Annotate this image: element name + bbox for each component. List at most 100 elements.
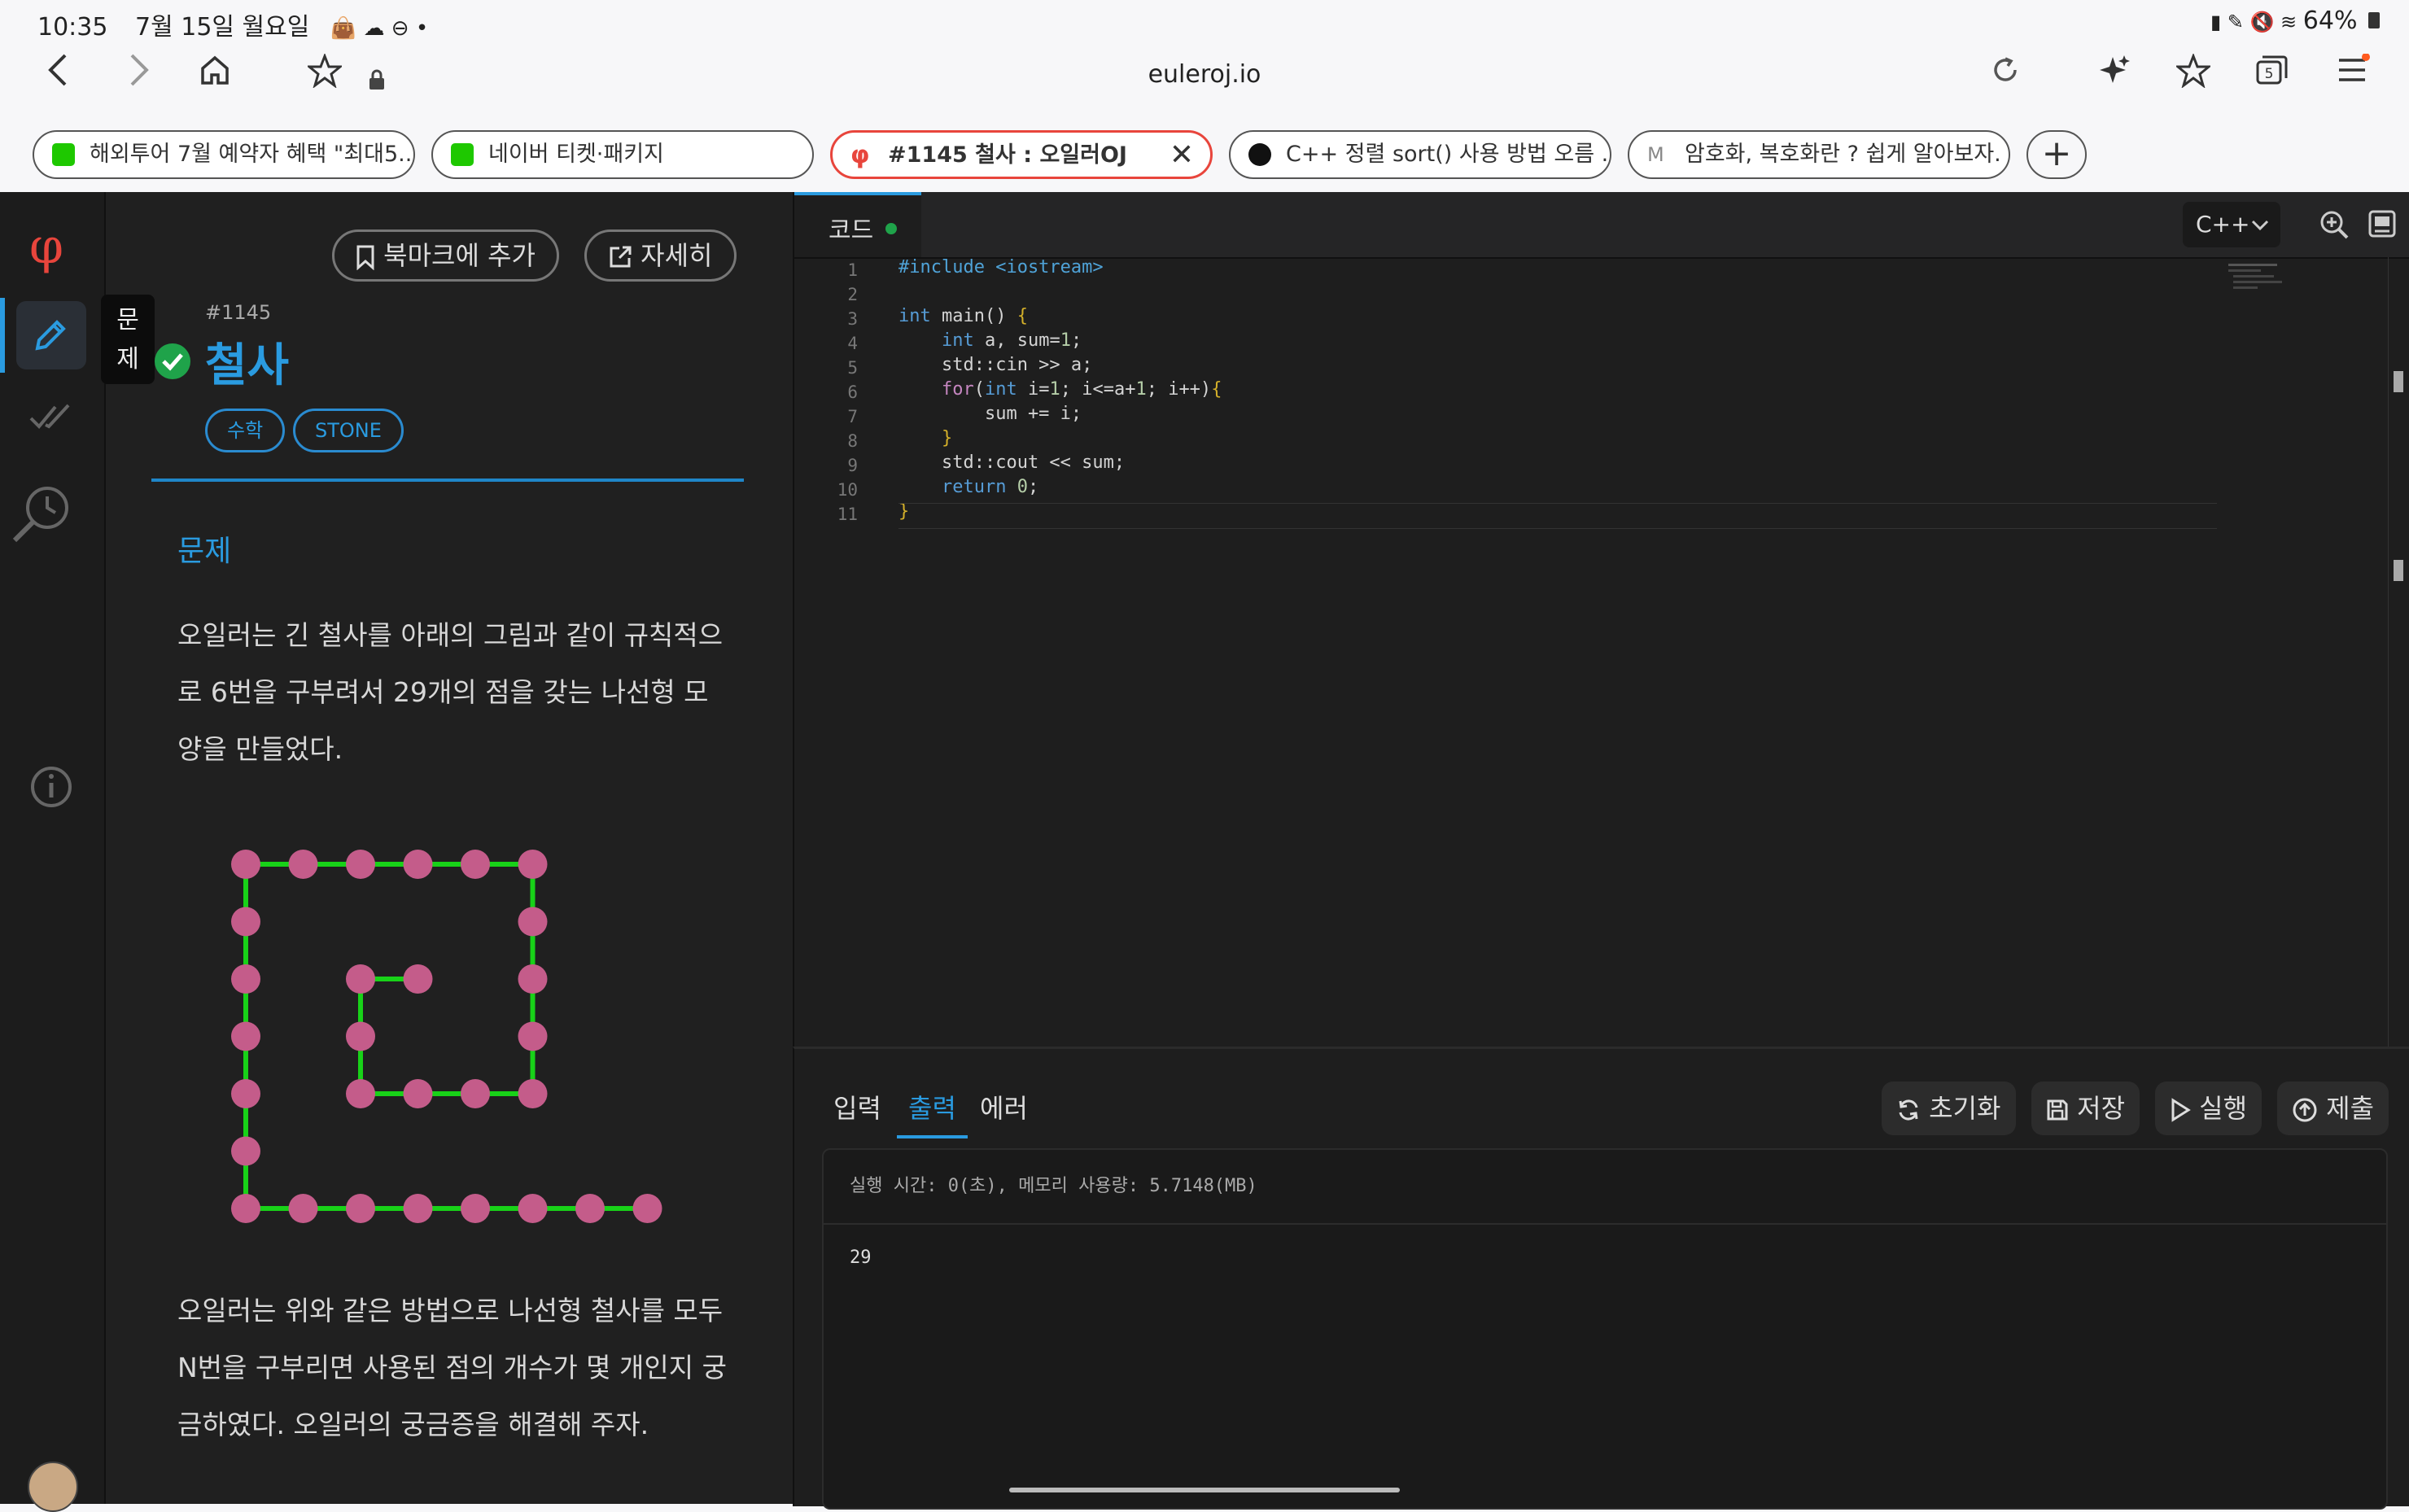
wire-dot (403, 964, 433, 994)
favorites-icon[interactable] (2174, 52, 2213, 97)
line-number: 11 (837, 505, 858, 524)
tabs-icon[interactable]: 5 (2254, 54, 2289, 95)
line-number: 3 (847, 309, 858, 329)
line-number: 5 (847, 358, 858, 378)
wire-dot (403, 1079, 433, 1108)
double-check-icon[interactable] (28, 400, 77, 433)
tag-math[interactable]: 수학 (205, 409, 286, 452)
pencil-icon (35, 320, 66, 351)
wire-dot (518, 964, 548, 994)
wire-dot (231, 1021, 260, 1051)
line-number: 10 (837, 480, 858, 500)
language-select[interactable]: C++ (2183, 202, 2280, 247)
wire-dot (518, 1194, 548, 1223)
bookmark-button[interactable]: 북마크에 추가 (332, 229, 559, 282)
submit-button[interactable]: 제출 (2277, 1082, 2389, 1135)
run-button[interactable]: 실행 (2155, 1082, 2263, 1135)
save-button[interactable]: 저장 (2031, 1082, 2140, 1135)
new-tab-button[interactable]: + (2026, 130, 2087, 179)
info-icon[interactable] (29, 765, 73, 809)
code-area[interactable]: 1 #include <iostream> 2 3 int main() {4 int … (794, 257, 2373, 1047)
code-line: #include <iostream> (898, 257, 1104, 277)
code-line: } (941, 428, 953, 448)
code-line: int main() { (898, 306, 1028, 326)
wire-dot (288, 850, 318, 879)
wire-dot (461, 850, 490, 879)
active-line-highlight (898, 503, 2217, 529)
refresh-icon (1899, 1099, 1918, 1121)
code-line: for(int i=1; i<=a+1; i++){ (941, 379, 1222, 400)
scrollbar[interactable] (2388, 257, 2408, 1047)
line-number: 9 (847, 456, 858, 475)
wire-dot (403, 850, 433, 879)
tab-2[interactable]: 네이버 티켓·패키지 (431, 130, 814, 179)
tab-3-active[interactable]: φ #1145 철사 : 오일러OJ ✕ (830, 130, 1213, 179)
home-indicator (1009, 1488, 1400, 1492)
code-line: return 0; (941, 477, 1039, 497)
menu-icon[interactable] (2336, 53, 2370, 95)
chevron-down-icon (2251, 220, 2269, 231)
tab-1[interactable]: 해외투어 7월 예약자 혜택 "최대5... (33, 130, 415, 179)
line-number: 7 (847, 407, 858, 426)
history-search-icon[interactable] (8, 479, 77, 547)
tab-input[interactable]: 입력 (833, 1088, 881, 1125)
wire-dot (346, 1021, 375, 1051)
wire-dot (231, 1194, 260, 1223)
tab-4[interactable]: C++ 정렬 sort() 사용 방법 오름 ... (1229, 130, 1611, 179)
code-line: std::cout << sum; (898, 452, 1126, 473)
tab-favicon-icon (1248, 143, 1271, 166)
save-icon (2047, 1099, 2068, 1121)
wire-dot (518, 907, 548, 937)
problem-title: 철사 (205, 339, 290, 392)
wire-dot (231, 907, 260, 937)
wire-dot (231, 850, 260, 879)
code-line: sum += i; (898, 404, 1082, 424)
solved-check-icon (155, 343, 190, 379)
play-icon (2171, 1098, 2191, 1122)
upload-icon (2293, 1098, 2317, 1122)
tab-count: 5 (2265, 66, 2274, 82)
system-icons: ▮ ✎ 🔇 ≋ (2210, 11, 2303, 33)
code-editor: 코드 C++ 1 #include <iostream> 2 3 int main() … (793, 192, 2409, 1047)
wire-dot (231, 1079, 260, 1108)
layout-icon[interactable] (2367, 208, 2398, 239)
io-panel: 입력 출력 에러 초기화 저장 실행 제출 실행 시간: 0(초), 메모리 사… (793, 1047, 2409, 1510)
minimap (2222, 257, 2303, 306)
zoom-in-icon[interactable] (2318, 208, 2350, 241)
tab-favicon-icon: M (1647, 143, 1664, 166)
clock: 10:35 (37, 13, 108, 42)
wire-dot (461, 1079, 490, 1108)
wire-dot (231, 964, 260, 994)
problem-tooltip: 문제 (101, 295, 155, 384)
wire-dot (518, 1079, 548, 1108)
logo[interactable]: φ (29, 218, 63, 275)
tag-stone[interactable]: STONE (293, 409, 404, 452)
tab-output[interactable]: 출력 (897, 1088, 968, 1138)
code-line: std::cin >> a; (898, 355, 1093, 375)
bookmark-icon (356, 245, 374, 271)
reset-button[interactable]: 초기화 (1882, 1082, 2016, 1135)
tab-5[interactable]: M 암호화, 복호화란 ? 쉽게 알아보자. (1628, 130, 2010, 179)
url-bar[interactable]: euleroj.io (0, 60, 2409, 89)
wire-dot (461, 1194, 490, 1223)
avatar[interactable] (28, 1462, 78, 1512)
reload-icon[interactable] (1989, 54, 2022, 95)
wire-dot (346, 1194, 375, 1223)
unsaved-dot-icon (885, 223, 897, 234)
wire-line (243, 862, 648, 1211)
problem-nav-button[interactable] (0, 298, 104, 373)
tab-error[interactable]: 에러 (980, 1088, 1028, 1125)
line-number: 6 (847, 382, 858, 402)
problem-number: #1145 (205, 301, 272, 324)
close-tab-icon[interactable]: ✕ (1170, 133, 1194, 177)
wire-dot (575, 1194, 605, 1223)
sparkle-icon[interactable] (2098, 54, 2131, 95)
wire-dot (518, 1021, 548, 1051)
detail-button[interactable]: 자세히 (584, 229, 737, 282)
problem-paragraph-2: 오일러는 위와 같은 방법으로 나선형 철사를 모두 N번을 구부리면 사용된 … (177, 1295, 727, 1440)
line-number: 1 (847, 260, 858, 280)
code-tab[interactable]: 코드 (794, 192, 921, 257)
wire-dot (346, 850, 375, 879)
line-number: 8 (847, 431, 858, 451)
editor-tab-bar (794, 192, 2409, 259)
